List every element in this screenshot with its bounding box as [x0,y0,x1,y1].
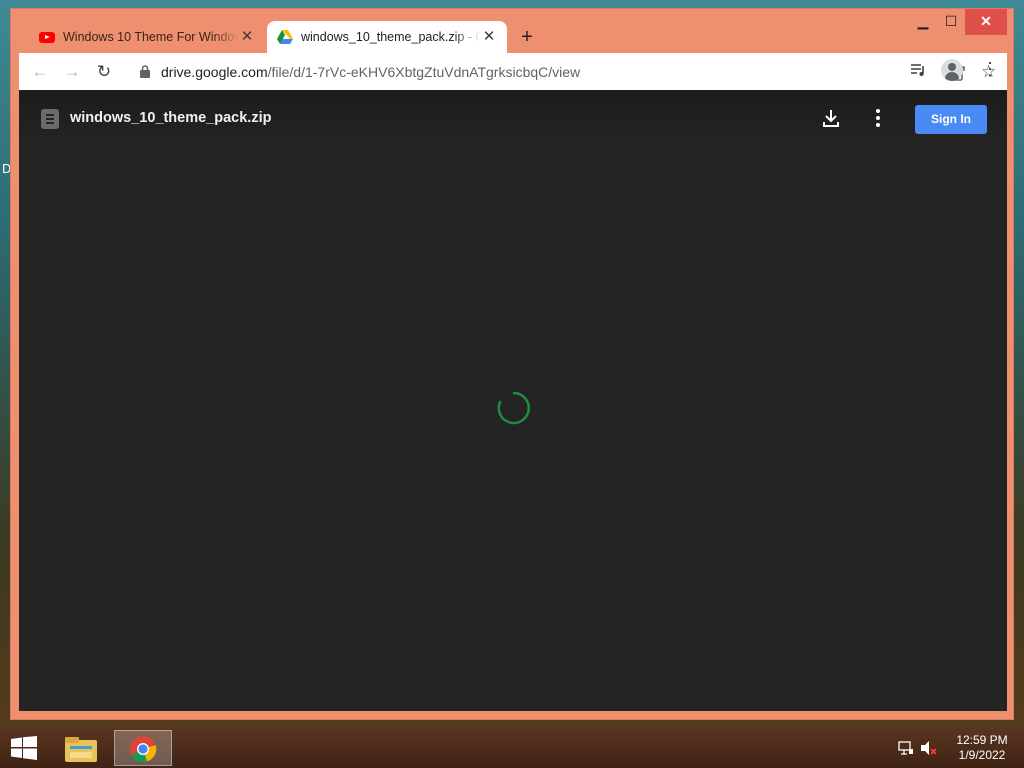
media-playlist-icon[interactable] [909,61,927,79]
browser-menu-icon[interactable]: ⋮ [981,59,999,79]
system-clock[interactable]: 12:59 PM 1/9/2022 [948,733,1016,763]
youtube-icon [39,31,55,43]
archive-file-icon [41,109,59,129]
taskbar-chrome-button[interactable] [114,730,172,766]
reload-button[interactable]: ↻ [93,61,115,83]
tab-strip: Windows 10 Theme For Windows ✕ windows_1… [11,9,1013,53]
tab-title: windows_10_theme_pack.zip - Google Drive [301,30,481,44]
url-host: drive.google.com [161,64,268,80]
minimize-button[interactable]: ▁ [909,9,937,35]
back-button[interactable]: ← [29,61,51,83]
network-icon[interactable] [898,740,914,756]
clock-date: 1/9/2022 [958,748,1006,762]
maximize-button[interactable]: ☐ [937,9,965,35]
tab-google-drive[interactable]: windows_10_theme_pack.zip - Google Drive… [267,21,507,53]
volume-muted-icon[interactable] [920,740,938,756]
url-path: /file/d/1-7rVc-eKHV6XbtgZtuVdnATgrksicbq… [267,64,581,80]
browser-toolbar: ← → ↻ drive.google.com/file/d/1-7rVc-eKH… [19,53,1007,90]
taskbar: 12:59 PM 1/9/2022 [0,728,1024,768]
loading-spinner-icon [497,391,530,425]
tab-close-icon[interactable]: ✕ [239,29,255,45]
more-options-icon[interactable] [871,106,885,130]
chrome-icon [130,735,157,763]
file-explorer-icon[interactable] [62,732,100,766]
google-drive-icon [277,30,293,44]
file-name: windows_10_theme_pack.zip [70,110,272,126]
tab-youtube[interactable]: Windows 10 Theme For Windows ✕ [29,21,265,53]
close-window-button[interactable]: ✕ [965,9,1007,35]
viewer-header: windows_10_theme_pack.zip Sign In [19,90,1007,148]
profile-avatar-icon[interactable] [941,59,963,81]
tab-title: Windows 10 Theme For Windows [63,30,239,44]
windows-start-icon[interactable] [10,736,38,760]
clock-time: 12:59 PM [956,733,1008,747]
forward-button[interactable]: → [61,61,83,83]
browser-window: Windows 10 Theme For Windows ✕ windows_1… [10,8,1014,720]
lock-icon[interactable] [139,65,151,78]
sign-in-button[interactable]: Sign In [915,105,987,134]
drive-viewer: windows_10_theme_pack.zip Sign In [19,90,1007,711]
download-icon[interactable] [821,108,841,128]
address-bar[interactable]: drive.google.com/file/d/1-7rVc-eKHV6Xbtg… [129,57,996,86]
tab-close-icon[interactable]: ✕ [481,29,497,45]
new-tab-button[interactable]: + [517,27,537,47]
url-text[interactable]: drive.google.com/file/d/1-7rVc-eKHV6Xbtg… [161,64,580,80]
